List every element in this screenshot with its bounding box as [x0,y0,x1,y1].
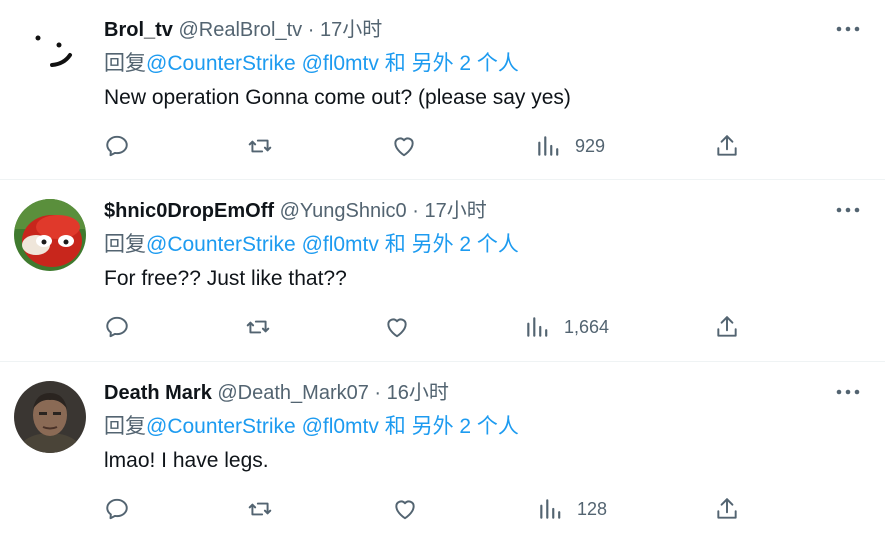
tweet[interactable]: Brol_tv @RealBrol_tv · 17小时 回复@CounterSt… [0,0,885,180]
more-options-button[interactable] [833,195,863,225]
more-options-button[interactable] [833,14,863,44]
mention-link[interactable]: @CounterStrike [146,233,296,256]
man-portrait-avatar-icon [14,381,86,453]
retweet-button[interactable] [247,493,273,525]
user-handle[interactable]: @RealBrol_tv [178,19,302,41]
views-count: 128 [577,498,608,519]
separator-dot: · [412,200,419,222]
views-chart-icon [540,499,561,519]
views-count: 1,664 [564,316,610,337]
more-options-button[interactable] [833,377,863,407]
reply-icon [106,316,128,338]
separator-dot: · [307,19,315,41]
mention-link[interactable]: @fl0mtv [302,233,379,256]
mention-link[interactable]: @CounterStrike [146,52,296,75]
share-icon [717,316,737,337]
more-dots-icon [836,207,860,213]
reply-button[interactable] [104,311,130,343]
reply-prefix: 回复 [104,52,146,75]
timestamp[interactable]: 16小时 [387,382,449,404]
others-link[interactable]: 和 另外 2 个人 [385,415,519,438]
separator-dot: · [374,382,382,404]
timestamp[interactable]: 17小时 [320,19,382,41]
more-dots-icon [836,26,860,32]
reply-prefix: 回复 [104,415,146,438]
reply-prefix: 回复 [104,233,146,256]
retweet-button[interactable] [245,311,271,343]
share-button[interactable] [714,130,740,162]
retweet-button[interactable] [247,130,273,162]
others-link[interactable]: 和 另外 2 个人 [385,52,519,75]
reply-context: 回复@CounterStrike @fl0mtv 和 另外 2 个人 [104,49,519,79]
mention-link[interactable]: @fl0mtv [302,52,379,75]
display-name[interactable]: $hnic0DropEmOff [104,200,274,222]
reply-context: 回复@CounterStrike @fl0mtv 和 另外 2 个人 [104,230,519,260]
heart-icon [394,137,414,157]
others-link[interactable]: 和 另外 2 个人 [385,233,519,256]
tweet-text: lmao! I have legs. [104,449,269,472]
tweet[interactable]: Death Mark @Death_Mark07 · 16小时 回复@Count… [0,363,885,540]
retweet-icon [246,320,270,334]
avatar[interactable] [14,381,86,453]
tweet-text: New operation Gonna come out? (please sa… [104,86,571,109]
mention-link[interactable]: @CounterStrike [146,415,296,438]
views-count: 929 [575,135,606,156]
heart-icon [395,500,415,520]
tweet-text: For free?? Just like that?? [104,267,347,290]
smiley-face-avatar-icon [14,18,86,90]
avatar[interactable] [14,18,86,90]
avatar[interactable] [14,199,86,271]
share-button[interactable] [714,311,740,343]
user-handle[interactable]: @Death_Mark07 [217,382,368,404]
display-name[interactable]: Death Mark [104,382,212,404]
red-knuckles-avatar-icon [14,199,86,271]
views-chart-icon [538,136,559,156]
retweet-icon [248,502,272,516]
reply-icon [106,135,128,157]
views-button[interactable]: 929 [535,130,605,162]
views-button[interactable]: 1,664 [524,311,609,343]
like-button[interactable] [391,130,417,162]
timestamp[interactable]: 17小时 [424,200,486,222]
retweet-icon [248,139,272,153]
user-handle[interactable]: @YungShnic0 [280,200,407,222]
reply-button[interactable] [104,130,130,162]
mention-link[interactable]: @fl0mtv [302,415,379,438]
tweet[interactable]: $hnic0DropEmOff @YungShnic0 · 17小时 回复@Co… [0,181,885,362]
reply-icon [106,498,128,520]
more-dots-icon [836,389,860,395]
reply-button[interactable] [104,493,130,525]
share-button[interactable] [714,493,740,525]
reply-context: 回复@CounterStrike @fl0mtv 和 另外 2 个人 [104,412,519,442]
share-icon [717,135,737,156]
like-button[interactable] [392,493,418,525]
heart-icon [387,318,407,338]
display-name[interactable]: Brol_tv [104,19,173,41]
share-icon [717,498,737,519]
views-button[interactable]: 128 [537,493,607,525]
views-chart-icon [527,317,548,337]
like-button[interactable] [384,311,410,343]
